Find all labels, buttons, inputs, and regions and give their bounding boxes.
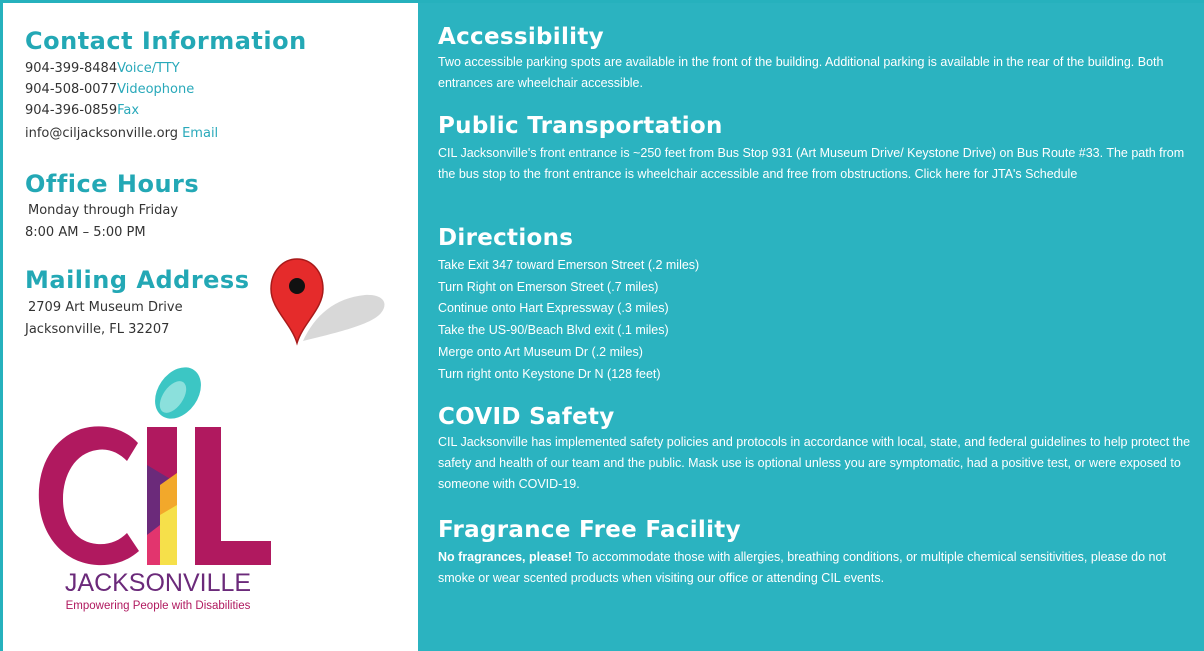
- videophone-number: 904-508-0077: [25, 82, 118, 97]
- fragrance-bold: No fragrances, please!: [438, 550, 573, 564]
- logo-c: [38, 426, 139, 566]
- direction-step: Continue onto Hart Expressway (.3 miles): [438, 301, 669, 315]
- contact-email-line[interactable]: info@ciljacksonville.org Email: [25, 125, 218, 142]
- covid-heading: COVID Safety: [438, 404, 615, 430]
- mailing-city: Jacksonville, FL 32207: [25, 322, 170, 337]
- logo-tagline: Empowering People with Disabilities: [66, 600, 251, 612]
- contact-voice-line[interactable]: 904-399-8484Voice/TTY: [25, 60, 180, 77]
- accessibility-heading: Accessibility: [438, 24, 604, 50]
- transport-body[interactable]: CIL Jacksonville's front entrance is ~25…: [438, 143, 1193, 185]
- cil-logo: JACKSONVILLE Empowering People with Disa…: [38, 367, 271, 612]
- left-panel: Contact Information 904-399-8484Voice/TT…: [3, 3, 418, 651]
- direction-step: Turn right onto Keystone Dr N (128 feet): [438, 367, 661, 381]
- direction-step: Take Exit 347 toward Emerson Street (.2 …: [438, 258, 700, 272]
- mailing-heading: Mailing Address: [25, 266, 250, 294]
- logo-name: JACKSONVILLE: [65, 569, 251, 597]
- contact-fax-line[interactable]: 904-396-0859Fax: [25, 102, 139, 119]
- office-days: Monday through Friday: [28, 203, 179, 218]
- voice-number: 904-399-8484: [25, 61, 118, 76]
- contact-videophone-line[interactable]: 904-508-0077Videophone: [25, 81, 194, 98]
- direction-step: Take the US-90/Beach Blvd exit (.1 miles…: [438, 323, 669, 337]
- office-hours-heading: Office Hours: [25, 170, 200, 198]
- mailing-street: 2709 Art Museum Drive: [28, 300, 183, 315]
- contact-heading: Contact Information: [25, 27, 307, 55]
- email-tag: Email: [182, 126, 219, 141]
- voice-tag: Voice/TTY: [117, 61, 180, 76]
- fragrance-paragraph: No fragrances, please! To accommodate th…: [438, 547, 1193, 589]
- videophone-tag: Videophone: [117, 82, 195, 97]
- accessibility-body: Two accessible parking spots are availab…: [438, 55, 1164, 90]
- pin-hole: [289, 278, 305, 294]
- fax-tag: Fax: [117, 103, 140, 118]
- right-panel: Accessibility Two accessible parking spo…: [418, 3, 1204, 651]
- office-hours: 8:00 AM – 5:00 PM: [25, 225, 146, 240]
- fax-number: 904-396-0859: [25, 103, 118, 118]
- fragrance-heading: Fragrance Free Facility: [438, 517, 741, 543]
- logo-l: [195, 427, 271, 565]
- transport-heading: Public Transportation: [438, 113, 723, 139]
- direction-step: Turn Right on Emerson Street (.7 miles): [438, 280, 659, 294]
- direction-step: Merge onto Art Museum Dr (.2 miles): [438, 345, 643, 359]
- covid-body: CIL Jacksonville has implemented safety …: [438, 435, 1191, 491]
- map-pin-icon[interactable]: [265, 253, 391, 353]
- email-address: info@ciljacksonville.org: [25, 126, 178, 141]
- directions-heading: Directions: [438, 225, 574, 251]
